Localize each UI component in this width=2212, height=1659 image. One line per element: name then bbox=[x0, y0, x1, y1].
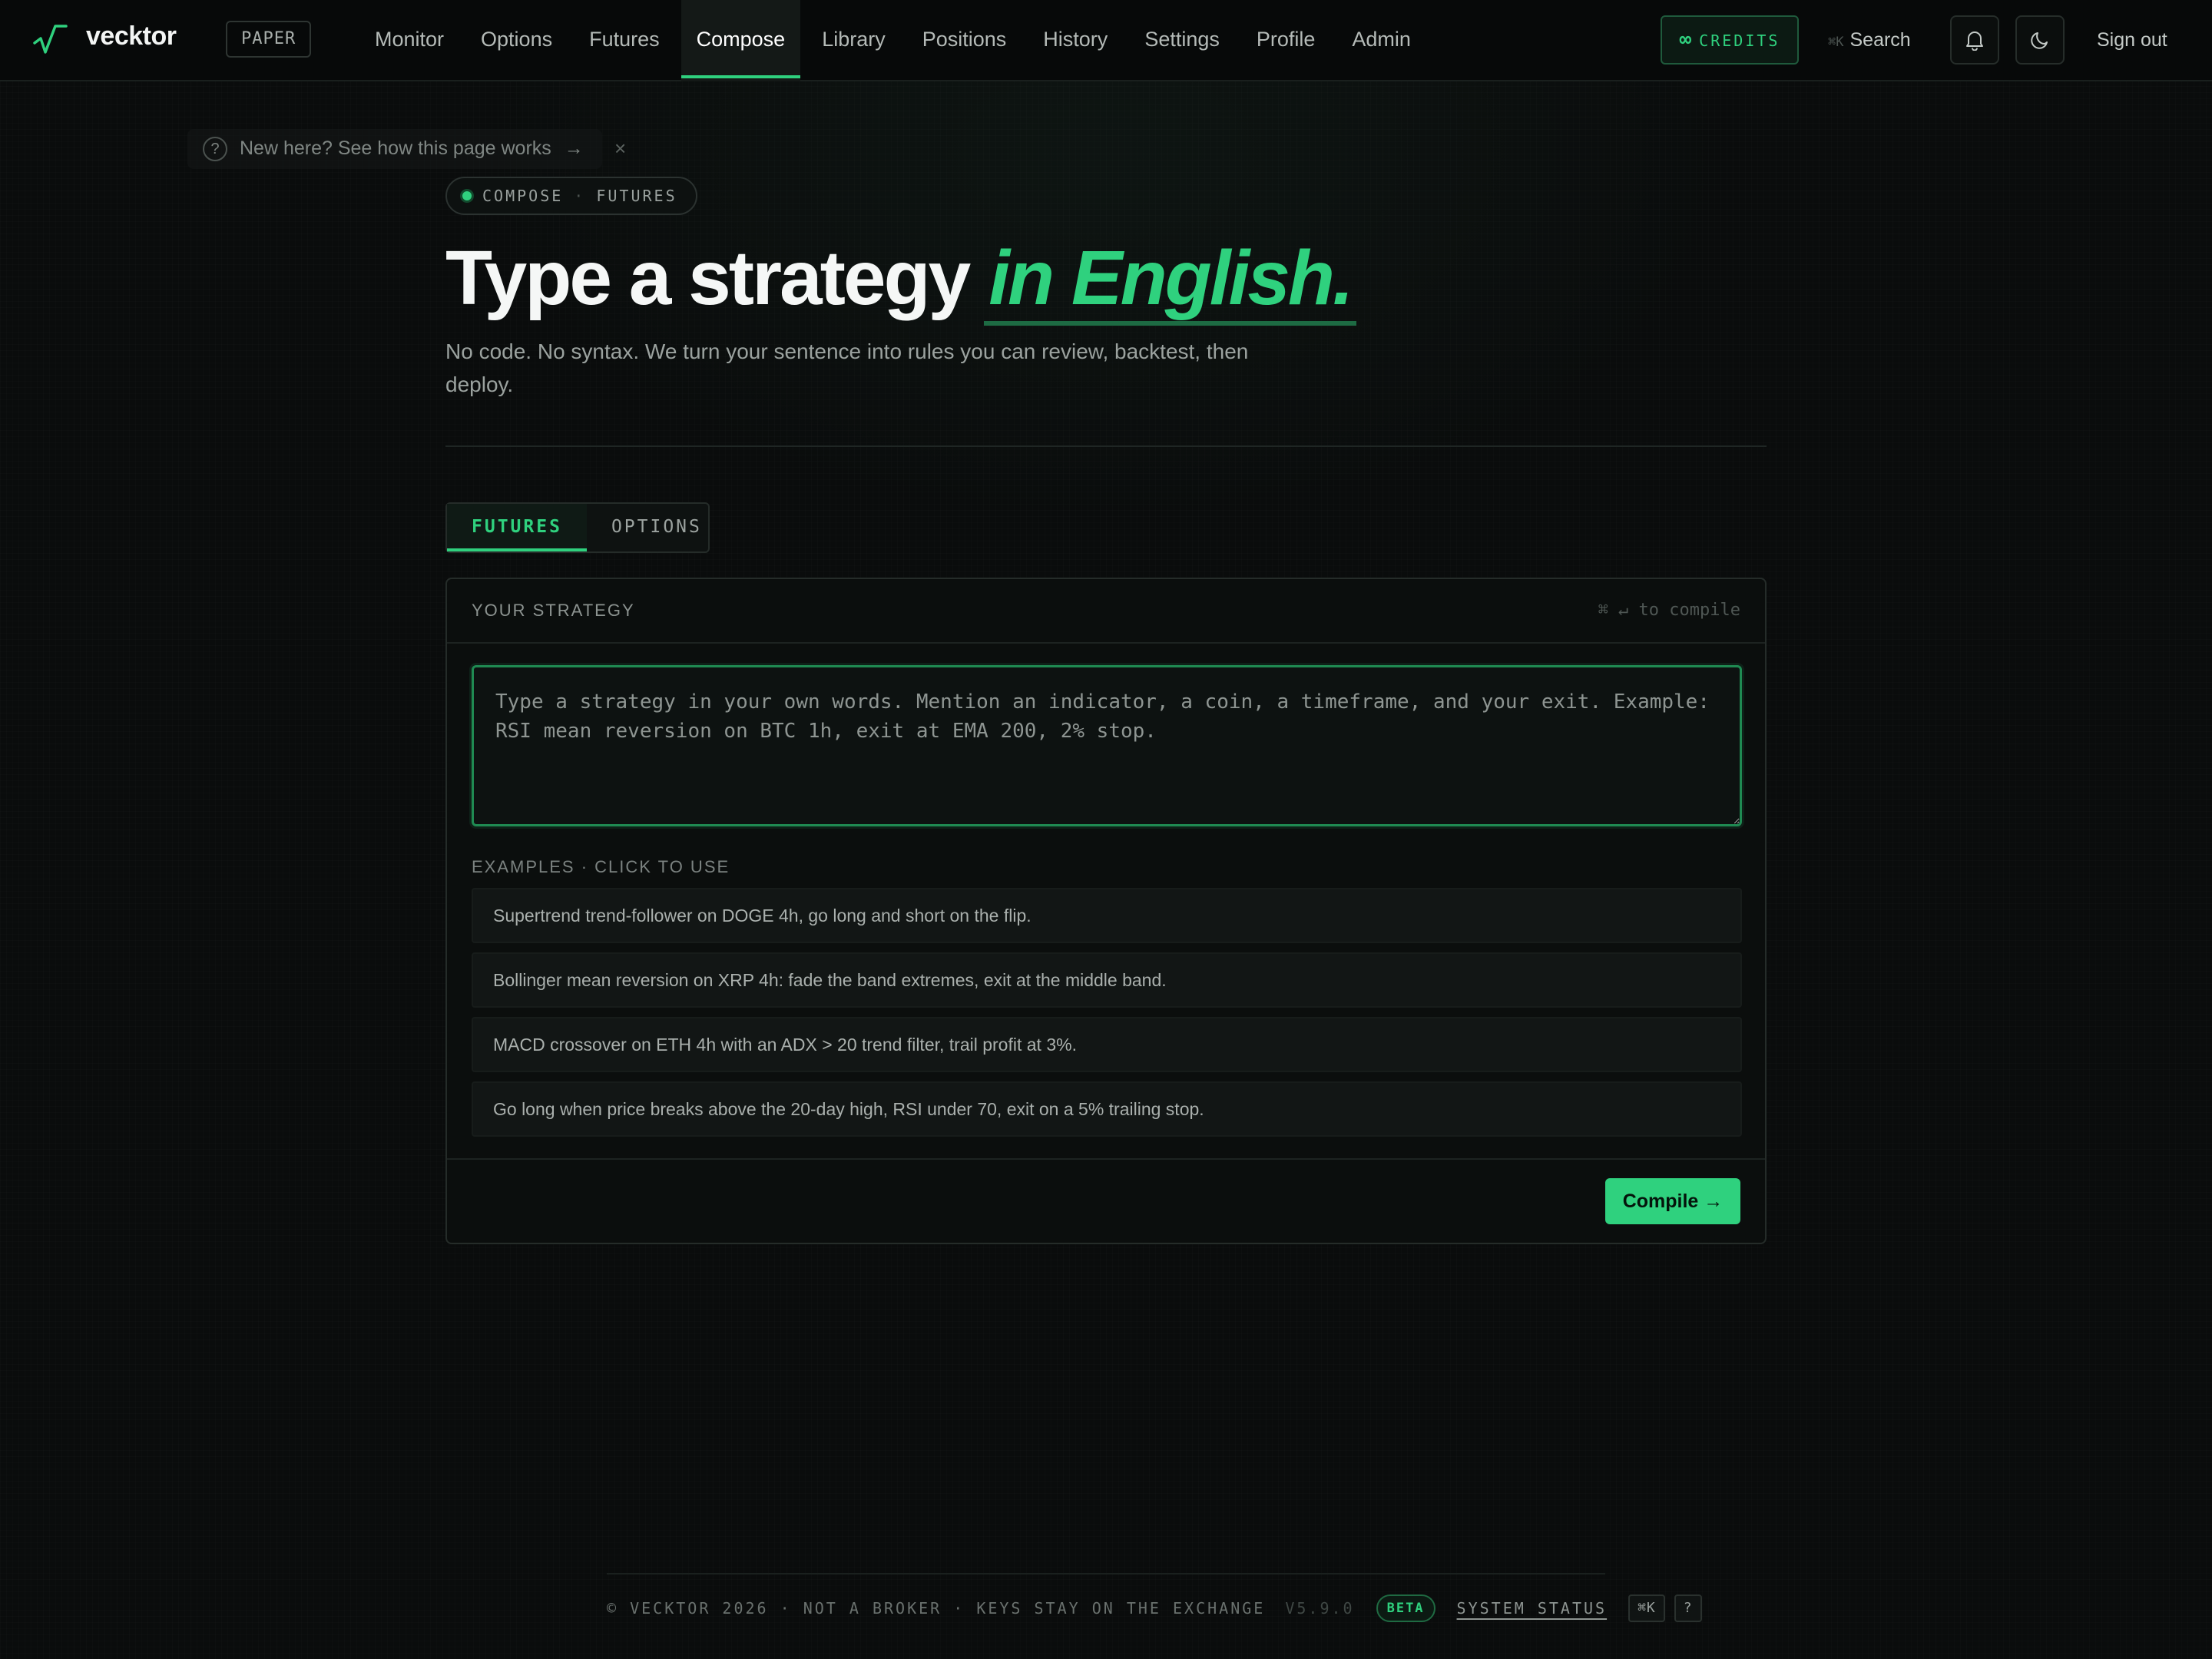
infinity-icon: ∞ bbox=[1679, 28, 1692, 51]
strategy-panel-title: YOUR STRATEGY bbox=[472, 601, 635, 620]
panel-footer-divider bbox=[447, 1158, 1765, 1160]
page-subtitle: No code. No syntax. We turn your sentenc… bbox=[445, 339, 1249, 396]
status-dot bbox=[462, 191, 472, 200]
strategy-panel: YOUR STRATEGY ⌘ ↵ to compile EXAMPLES · … bbox=[445, 578, 1767, 1244]
breadcrumb: COMPOSE · FUTURES bbox=[445, 177, 697, 215]
nav-item-library[interactable]: Library bbox=[806, 0, 901, 81]
command-palette-shortcut[interactable]: ⌘K bbox=[1628, 1594, 1665, 1622]
top-navigation-bar: vecktor PAPER Monitor Options Futures Co… bbox=[0, 0, 2212, 81]
breadcrumb-section: COMPOSE bbox=[482, 187, 564, 205]
footer-divider bbox=[607, 1573, 1605, 1575]
page-footer: © VECKTOR 2026 · NOT A BROKER · KEYS STA… bbox=[607, 1593, 1702, 1624]
example-item[interactable]: Go long when price breaks above the 20-d… bbox=[472, 1081, 1742, 1137]
nav-item-options[interactable]: Options bbox=[465, 0, 568, 81]
nav-item-compose[interactable]: Compose bbox=[680, 0, 801, 81]
credits-label: CREDITS bbox=[1699, 31, 1780, 50]
strategy-panel-header: YOUR STRATEGY ⌘ ↵ to compile bbox=[447, 579, 1765, 644]
onboarding-hint-text: New here? See how this page works → bbox=[240, 137, 584, 160]
nav-item-settings[interactable]: Settings bbox=[1129, 0, 1235, 81]
nav-item-admin[interactable]: Admin bbox=[1336, 0, 1426, 81]
close-icon[interactable]: × bbox=[614, 137, 626, 160]
tab-options[interactable]: OPTIONS bbox=[587, 504, 727, 551]
example-item[interactable]: Bollinger mean reversion on XRP 4h: fade… bbox=[472, 952, 1742, 1008]
breadcrumb-page: FUTURES bbox=[596, 187, 677, 205]
moon-icon bbox=[2031, 32, 2048, 49]
help-button[interactable]: ? bbox=[1674, 1594, 1702, 1622]
beta-badge: BETA bbox=[1376, 1594, 1435, 1622]
example-item[interactable]: Supertrend trend-follower on DOGE 4h, go… bbox=[472, 888, 1742, 943]
bell-icon bbox=[1966, 31, 1983, 51]
help-circle-icon: ? bbox=[203, 137, 227, 161]
search-button[interactable]: ⌘K Search bbox=[1828, 23, 1911, 57]
compile-button[interactable]: Compile → bbox=[1605, 1178, 1740, 1224]
version-label: V5.9.0 bbox=[1285, 1599, 1355, 1618]
system-status-link[interactable]: SYSTEM STATUS bbox=[1457, 1599, 1608, 1618]
onboarding-hint-label: New here? See how this page works bbox=[240, 137, 551, 159]
onboarding-hint[interactable]: ? New here? See how this page works → bbox=[187, 129, 602, 169]
arrow-right-icon: → bbox=[564, 137, 584, 159]
nav-item-history[interactable]: History bbox=[1028, 0, 1123, 81]
main-nav: Monitor Options Futures Compose Library … bbox=[359, 0, 1432, 81]
theme-toggle-button[interactable] bbox=[2015, 15, 2065, 65]
nav-item-profile[interactable]: Profile bbox=[1241, 0, 1331, 81]
nav-item-positions[interactable]: Positions bbox=[907, 0, 1022, 81]
brand-name[interactable]: vecktor bbox=[86, 22, 177, 51]
nav-item-monitor[interactable]: Monitor bbox=[359, 0, 459, 81]
search-label: Search bbox=[1849, 29, 1911, 51]
market-tabs: FUTURES OPTIONS bbox=[445, 502, 710, 553]
paper-mode-badge: PAPER bbox=[226, 21, 312, 58]
page-title-plain: Type a strategy bbox=[445, 235, 971, 321]
examples-list: Supertrend trend-follower on DOGE 4h, go… bbox=[472, 888, 1742, 1146]
credits-button[interactable]: ∞ CREDITS bbox=[1661, 15, 1799, 65]
notifications-button[interactable] bbox=[1950, 15, 1999, 65]
tab-futures[interactable]: FUTURES bbox=[447, 504, 587, 551]
breadcrumb-separator: · bbox=[574, 187, 586, 205]
page-title: Type a strategy in English. bbox=[445, 232, 1356, 326]
footer-text: © VECKTOR 2026 · NOT A BROKER · KEYS STA… bbox=[607, 1599, 1266, 1618]
vecktor-logo-icon[interactable] bbox=[32, 22, 68, 57]
example-item[interactable]: MACD crossover on ETH 4h with an ADX > 2… bbox=[472, 1017, 1742, 1072]
page-title-accent: in English. bbox=[984, 235, 1356, 326]
divider bbox=[445, 445, 1767, 447]
search-shortcut: ⌘K bbox=[1828, 35, 1844, 50]
compile-shortcut-hint: ⌘ ↵ to compile bbox=[1598, 601, 1740, 620]
strategy-input[interactable] bbox=[472, 665, 1742, 826]
sign-out-link[interactable]: Sign out bbox=[2097, 23, 2167, 57]
nav-item-futures[interactable]: Futures bbox=[574, 0, 675, 81]
examples-label: EXAMPLES · CLICK TO USE bbox=[472, 857, 730, 876]
